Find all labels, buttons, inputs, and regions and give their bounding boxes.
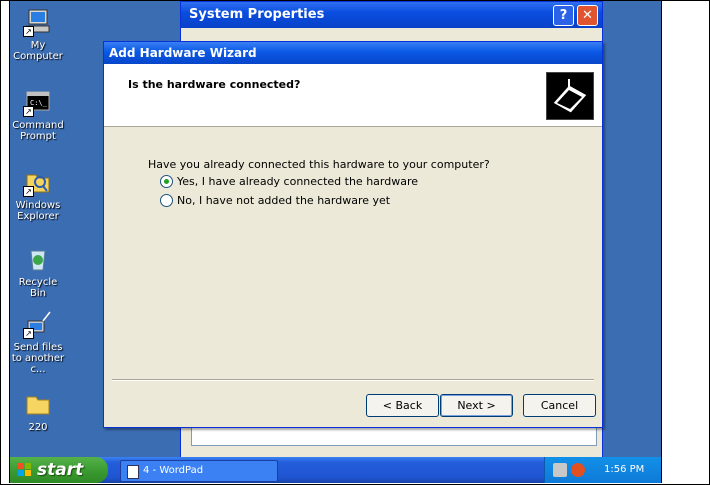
desktop-icon-label: Send files to another c... [11,342,65,375]
desktop-icon-send-files[interactable]: ↗ Send files to another c... [10,309,66,375]
radio-unselected-icon[interactable] [160,194,173,207]
desktop-icon-folder-220[interactable]: 220 [10,389,66,433]
radio-selected-icon[interactable] [160,175,173,188]
desktop-icon-my-computer[interactable]: ↗ My Computer [10,7,66,62]
help-button[interactable]: ? [553,5,574,26]
radio-no-not-added[interactable]: No, I have not added the hardware yet [160,194,390,207]
shortcut-arrow-icon: ↗ [23,26,34,37]
wizard-header: Is the hardware connected? [104,64,602,127]
send-files-icon: ↗ [23,309,53,339]
explorer-icon: ↗ [23,167,53,197]
desktop-icon-label: Command Prompt [12,120,64,142]
taskbar: start 4 - WordPad 1:56 PM [10,457,661,483]
shortcut-arrow-icon: ↗ [23,328,34,339]
wordpad-icon [127,465,139,479]
hardware-icon [546,72,594,120]
start-label: start [37,460,84,480]
command-prompt-icon: C:\_ ↗ [23,87,53,117]
desktop-icon-label: Windows Explorer [15,200,61,222]
desktop-icon-windows-explorer[interactable]: ↗ Windows Explorer [10,167,66,222]
system-properties-title: System Properties [181,2,602,28]
folder-icon [23,389,53,419]
network-icon[interactable] [553,463,567,477]
back-button[interactable]: < Back [366,394,439,417]
taskbar-item-wordpad[interactable]: 4 - WordPad [120,460,278,482]
shortcut-arrow-icon: ↗ [23,186,34,197]
wizard-header-title: Is the hardware connected? [128,78,301,91]
recycle-bin-icon [23,244,53,274]
radio-yes-label[interactable]: Yes, I have already connected the hardwa… [177,175,418,188]
radio-yes-connected[interactable]: Yes, I have already connected the hardwa… [160,175,418,188]
start-button[interactable]: start [10,457,108,483]
desktop-icon-recycle-bin[interactable]: Recycle Bin [10,244,66,299]
security-alert-icon[interactable] [571,463,585,477]
desktop-icon-label: 220 [28,422,48,433]
shortcut-arrow-icon: ↗ [23,106,34,117]
taskbar-item-label: 4 - WordPad [143,465,204,476]
windows-flag-icon [18,463,31,476]
screen: ↗ My Computer C:\_ ↗ Command Prompt ↗ Wi… [9,1,662,483]
add-hardware-wizard-window: Add Hardware Wizard Is the hardware conn… [103,41,603,428]
close-button[interactable]: ✕ [577,5,598,26]
desktop-icon-label: My Computer [13,40,63,62]
wizard-separator [112,379,594,381]
clock[interactable]: 1:56 PM [604,464,644,475]
radio-no-label[interactable]: No, I have not added the hardware yet [177,194,390,207]
cancel-button[interactable]: Cancel [523,394,596,417]
desktop-icon-command-prompt[interactable]: C:\_ ↗ Command Prompt [10,87,66,142]
computer-icon: ↗ [23,7,53,37]
hardware-question: Have you already connected this hardware… [148,158,490,171]
wizard-title: Add Hardware Wizard [104,42,602,64]
desktop-icon-label: Recycle Bin [18,277,58,299]
system-tray: 1:56 PM [544,457,661,483]
next-button[interactable]: Next > [440,394,513,417]
desktop: ↗ My Computer C:\_ ↗ Command Prompt ↗ Wi… [10,1,661,459]
